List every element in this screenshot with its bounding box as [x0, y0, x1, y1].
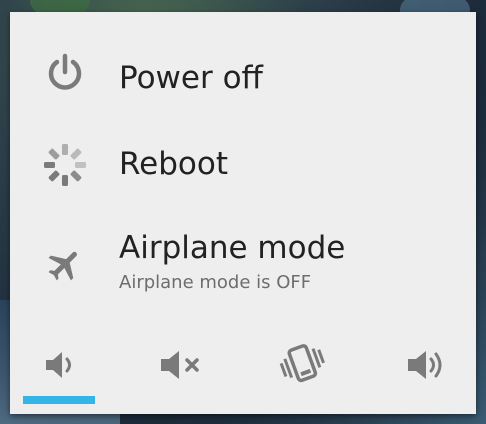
- volume-low-icon: [44, 350, 80, 380]
- airplane-mode-label: Airplane mode: [119, 230, 346, 266]
- vibrate-icon: [277, 341, 329, 389]
- power-off-label: Power off: [119, 60, 263, 96]
- airplane-mode-status: Airplane mode is OFF: [119, 272, 312, 293]
- selected-sound-mode-indicator: [23, 396, 95, 404]
- power-icon: [40, 48, 90, 98]
- sound-mode-loud-button[interactable]: [382, 330, 472, 400]
- sound-mode-volume-button[interactable]: [17, 330, 107, 400]
- power-off-item[interactable]: Power off: [10, 30, 476, 120]
- reboot-item[interactable]: Reboot: [10, 130, 476, 205]
- reboot-label: Reboot: [119, 146, 228, 182]
- volume-high-icon: [406, 349, 448, 381]
- power-menu-dialog: Power off Reboot Airplane mode Airplane …: [10, 12, 476, 414]
- sound-mode-mute-button[interactable]: [136, 330, 226, 400]
- sound-mode-row: [10, 330, 476, 414]
- reboot-icon: [40, 140, 90, 190]
- volume-mute-icon: [159, 349, 203, 381]
- airplane-icon: [40, 240, 90, 290]
- sound-mode-vibrate-button[interactable]: [258, 330, 348, 400]
- airplane-mode-item[interactable]: Airplane mode Airplane mode is OFF: [10, 220, 476, 310]
